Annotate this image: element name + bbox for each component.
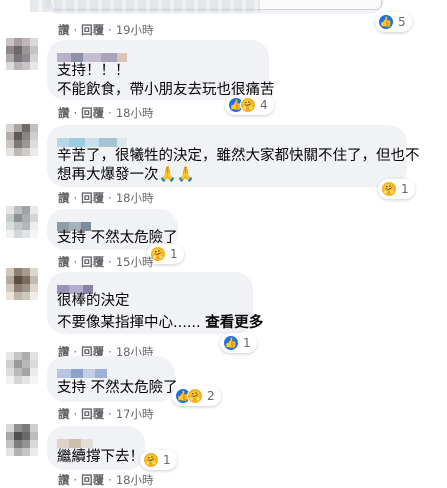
comment-bubble: 辛苦了，很犧牲的決定，雖然大家都快關不住了，但也不 想再大爆發一次🙏🙏 [47,125,420,187]
like-link[interactable]: 讚 [58,190,70,206]
avatar[interactable] [6,268,38,300]
reaction-summary[interactable]: 👍 🤗 4 [225,95,274,115]
comment-text: 辛苦了，很犧牲的決定，雖然大家都快關不住了，但也不 [57,148,420,164]
comment-text: 很棒的決定 [57,293,130,309]
reaction-summary[interactable]: 👍 1 [220,333,257,353]
reply-link[interactable]: 回覆 [81,22,104,38]
care-hug-icon: 🤗 [240,97,256,113]
comment-text-truncated: 不要像某指揮中心...... [57,315,201,331]
timestamp[interactable]: 19小時 [116,22,154,38]
timestamp[interactable]: 17小時 [116,406,154,422]
reaction-summary[interactable]: 👍 5 [375,12,412,32]
comment-text: 支持 不然太危險了 [57,380,178,396]
comment-bubble: 很棒的決定 不要像某指揮中心...... 查看更多 [47,272,263,334]
reaction-count: 1 [401,182,409,196]
reaction-count: 1 [163,453,171,467]
comment-text: 繼續撐下去！ [57,449,144,465]
reaction-summary[interactable]: 🤗 1 [140,450,177,470]
comment-meta: 讚 · 回覆 · 18小時 [58,190,154,206]
like-link[interactable]: 讚 [58,406,70,422]
reply-link[interactable]: 回覆 [81,105,104,121]
reply-link[interactable]: 回覆 [81,472,104,488]
like-link[interactable]: 讚 [58,105,70,121]
avatar[interactable] [6,206,38,238]
author-name[interactable] [57,216,91,231]
reaction-count: 1 [243,336,251,350]
thumbs-up-icon: 👍 [223,335,239,351]
reply-link[interactable]: 回覆 [81,190,104,206]
avatar[interactable] [6,424,38,456]
timestamp[interactable]: 18小時 [116,105,154,121]
avatar[interactable] [6,124,38,156]
comment-bubble: 支持！！！ 不能飲食，帶小朋友去玩也很痛苦 [47,40,275,100]
author-name[interactable] [57,363,107,378]
comment-meta: 讚 · 回覆 · 17小時 [58,406,154,422]
comment-bubble: 支持 不然太危險了 [47,356,178,402]
comment-text: 支持！！！ [57,63,130,79]
reply-link[interactable]: 回覆 [81,406,104,422]
blurred-text [30,0,260,12]
see-more-link[interactable]: 查看更多 [205,315,263,331]
like-link[interactable]: 讚 [58,22,70,38]
comment-bubble: 繼續撐下去！ [47,426,145,470]
avatar[interactable] [6,38,38,70]
avatar[interactable] [6,352,38,384]
comment-meta: 讚 · 回覆 · 18小時 [58,105,154,121]
author-name[interactable] [57,433,93,448]
timestamp[interactable]: 18小時 [116,472,154,488]
care-hug-icon: 🤗 [381,181,397,197]
reaction-summary[interactable]: 👍 🤗 2 [172,386,221,406]
author-name[interactable] [57,132,127,147]
reaction-count: 5 [398,15,406,29]
reply-link[interactable]: 回覆 [81,254,104,270]
thumbs-up-icon: 👍 [378,14,394,30]
reaction-summary[interactable]: 🤗 1 [378,179,415,199]
reaction-count: 2 [207,389,215,403]
reaction-count: 4 [260,98,268,112]
timestamp[interactable]: 18小時 [116,190,154,206]
like-link[interactable]: 讚 [58,472,70,488]
comment-meta: 讚 · 回覆 · 15小時 [58,254,154,270]
comment-text: 想再大爆發一次🙏🙏 [57,167,195,183]
comment-text: 不要像某指揮中心...... 查看更多 [57,314,263,333]
comment-meta: 讚 · 回覆 · 18小時 [58,472,154,488]
author-name[interactable] [57,47,137,62]
author-name[interactable] [57,279,93,294]
care-hug-icon: 🤗 [187,388,203,404]
comment-meta: 讚 · 回覆 · 19小時 [58,22,154,38]
reaction-count: 1 [170,247,178,261]
care-hug-icon: 🤗 [143,452,159,468]
like-link[interactable]: 讚 [58,254,70,270]
timestamp[interactable]: 15小時 [116,254,154,270]
